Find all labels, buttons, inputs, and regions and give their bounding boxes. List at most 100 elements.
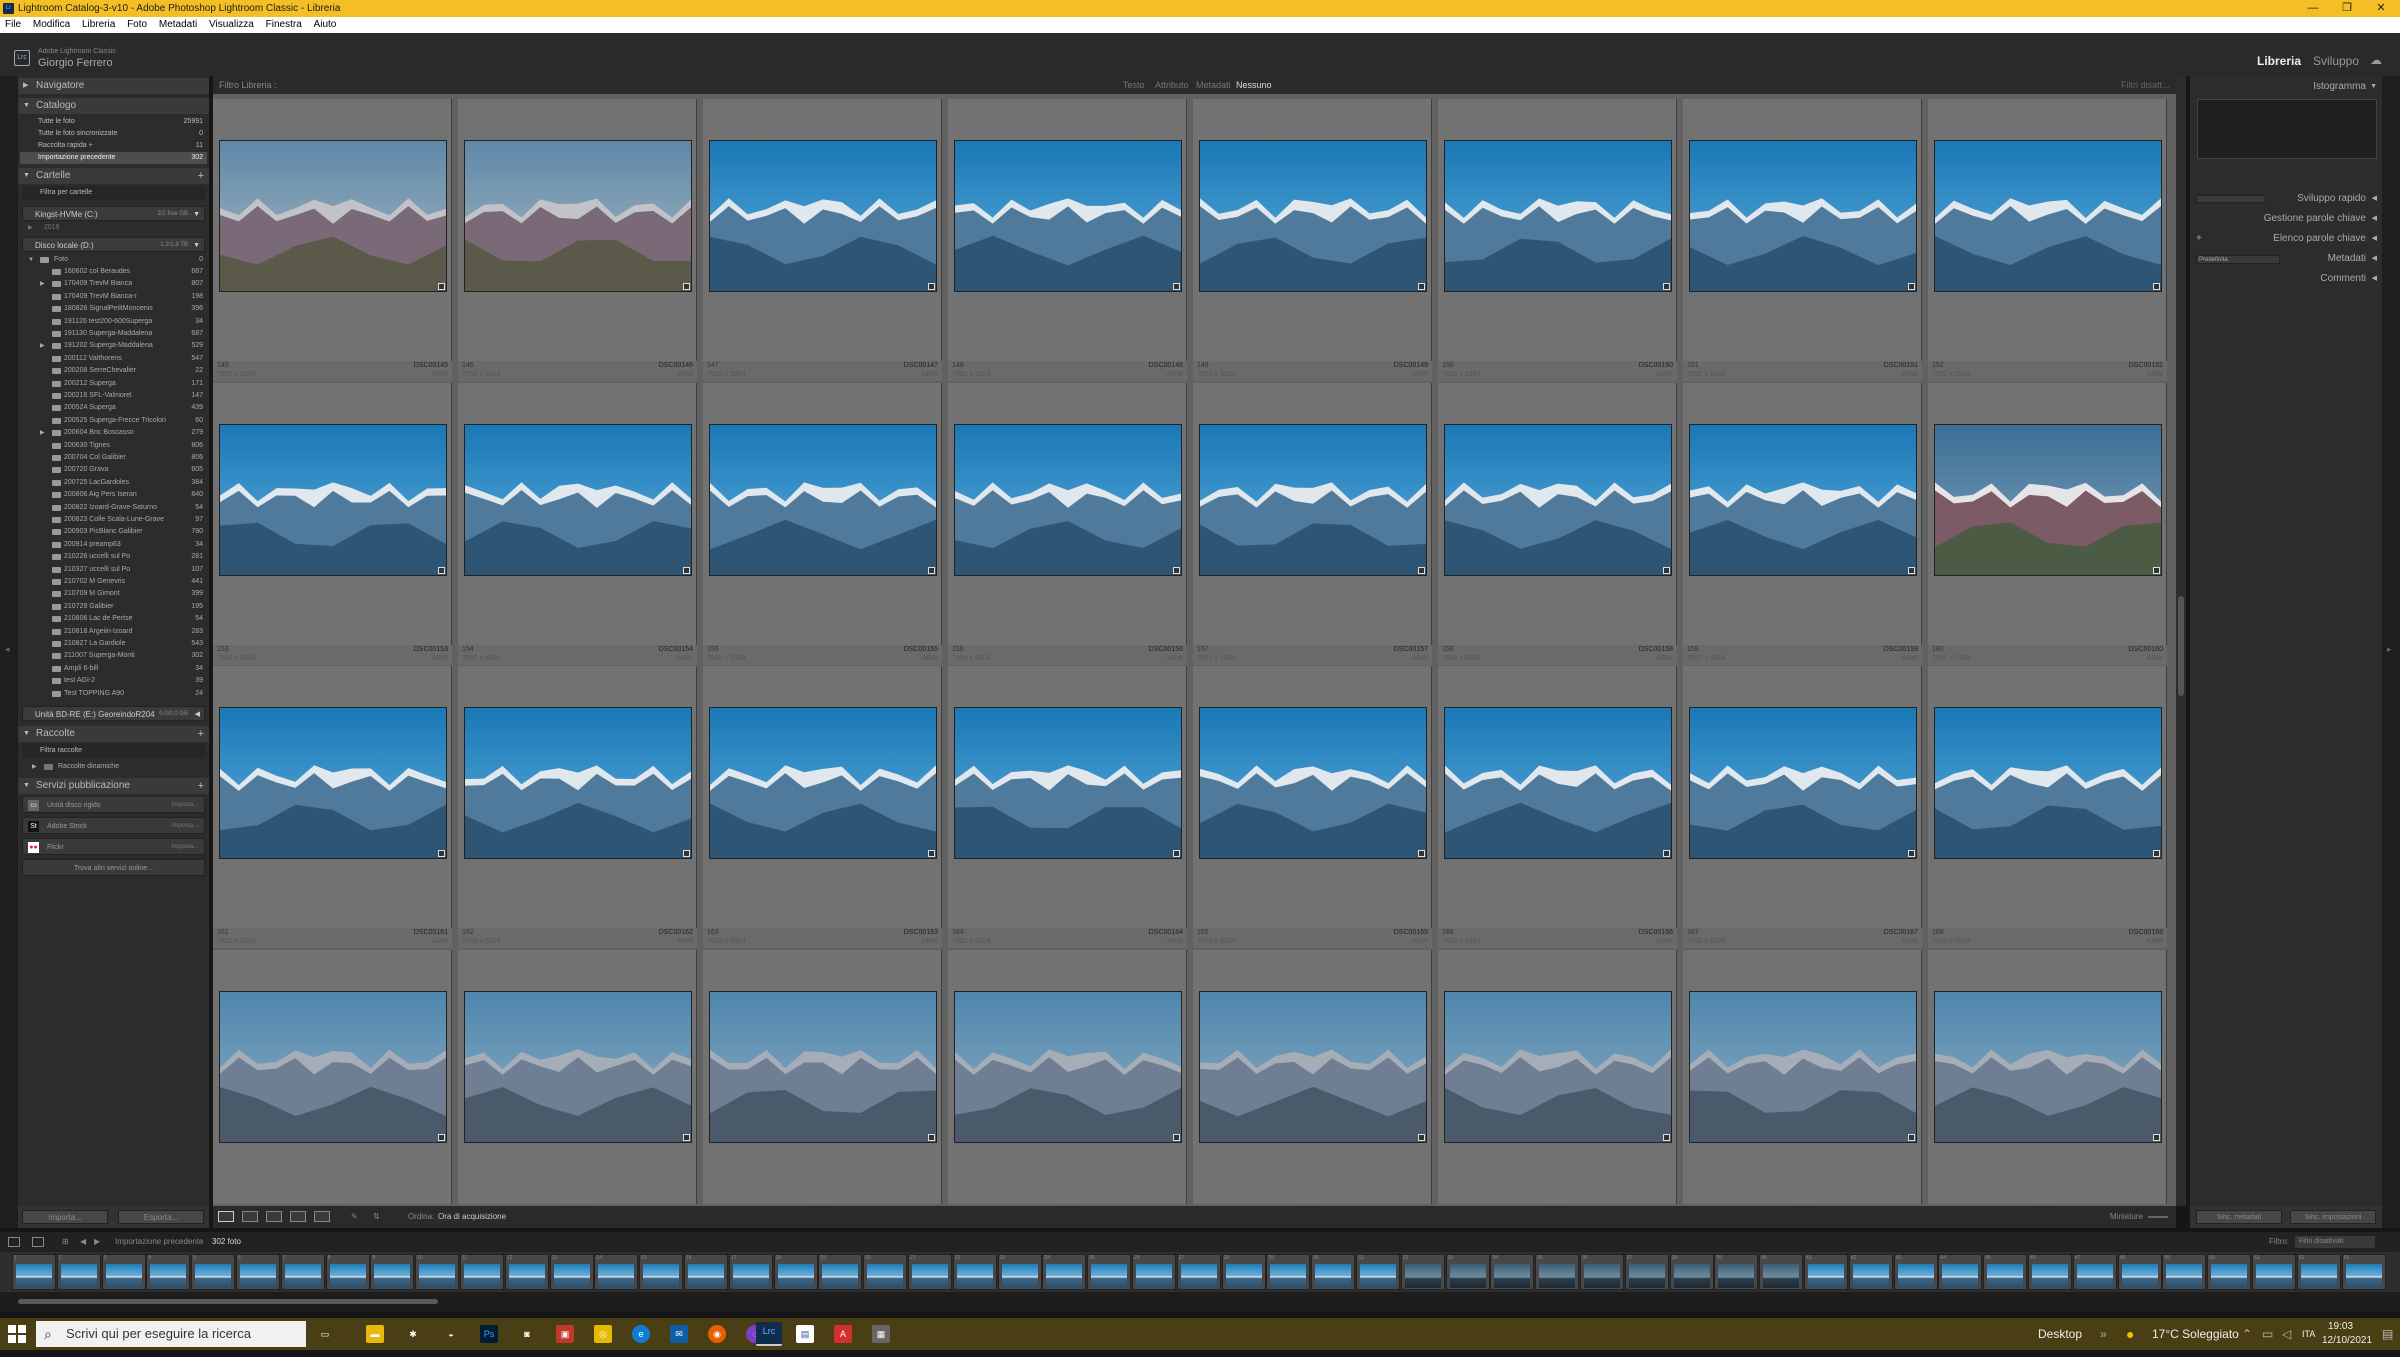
- menu-metadati[interactable]: Metadati: [154, 17, 201, 33]
- filmstrip-thumbnail[interactable]: 53: [2341, 1254, 2386, 1290]
- import-button[interactable]: Importa...: [22, 1210, 108, 1224]
- menu-modifica[interactable]: Modifica: [28, 17, 74, 33]
- collapse-arrow-icon[interactable]: ▶: [40, 340, 45, 352]
- rating-stars[interactable]: ·····: [703, 1201, 942, 1205]
- filmstrip-thumbnail[interactable]: 22: [952, 1254, 997, 1290]
- grid-cell[interactable]: ·····: [1928, 949, 2167, 1204]
- grid-cell[interactable]: ·····: [1193, 949, 1432, 1204]
- sync-settings-button[interactable]: Sinc. impostazioni: [2290, 1210, 2376, 1224]
- volume-c[interactable]: Kingst-HVMe (C:) 2/2 free GB ▼: [22, 206, 205, 221]
- folder-item[interactable]: ▶ 170409 TrevM Bianca 807: [20, 278, 207, 290]
- photo-thumbnail[interactable]: [1199, 423, 1427, 576]
- app-icon-grey[interactable]: ▦: [872, 1325, 890, 1343]
- folder-item[interactable]: 200704 Col Galibier 806: [20, 452, 207, 464]
- photo-thumbnail[interactable]: [1444, 423, 1672, 576]
- publish-adobe-stock[interactable]: St Adobe Stock Imposta...: [22, 817, 205, 834]
- folder-item[interactable]: 170409 TrevM Bianca-r 198: [20, 291, 207, 303]
- catalog-item-synced[interactable]: Tutte le foto sincronizzate 0: [20, 128, 207, 140]
- export-button[interactable]: Esporta...: [118, 1210, 204, 1224]
- folder-item[interactable]: 210827 La Gardiole 543: [20, 638, 207, 650]
- painter-icon[interactable]: ✎: [351, 1206, 358, 1228]
- grid-scrollbar[interactable]: [2176, 76, 2186, 1206]
- filmstrip-thumbnail[interactable]: 1: [12, 1254, 56, 1290]
- photo-thumbnail[interactable]: [709, 140, 937, 292]
- language-indicator[interactable]: ITA: [2302, 1318, 2315, 1350]
- grid-cell[interactable]: ····· 154 DSC00154 7952 x 5304 ARW: [458, 382, 697, 665]
- keyword-list-header[interactable]: Elenco parole chiave ◀ +: [2190, 230, 2382, 248]
- collections-filter-input[interactable]: Filtra raccolte: [22, 744, 205, 758]
- rating-stars[interactable]: ·····: [1438, 634, 1677, 641]
- thumbnail-size-slider[interactable]: [2148, 1216, 2168, 1218]
- filmstrip-thumbnail[interactable]: 45: [1983, 1254, 2028, 1290]
- comments-header[interactable]: Commenti ◀: [2190, 270, 2382, 288]
- folder-item[interactable]: 210709 M Gimont 399: [20, 588, 207, 600]
- filmstrip-thumbnail[interactable]: 43: [1893, 1254, 1938, 1290]
- sync-metadata-button[interactable]: Sinc. metadati: [2196, 1210, 2282, 1224]
- filmstrip-thumbnail[interactable]: 50: [2207, 1254, 2252, 1290]
- rating-stars[interactable]: ·····: [948, 1201, 1187, 1205]
- publish-services-header[interactable]: ▼ Servizi pubblicazione +: [18, 778, 209, 794]
- photo-thumbnail[interactable]: [709, 423, 937, 576]
- outlook-icon[interactable]: ✉: [670, 1325, 688, 1343]
- acrobat-icon[interactable]: A: [834, 1325, 852, 1343]
- histogram-header[interactable]: Istogramma ▼: [2190, 78, 2382, 96]
- folder-item[interactable]: 200725 LacGardoles 384: [20, 477, 207, 489]
- photo-thumbnail[interactable]: [1444, 990, 1672, 1143]
- filter-presets-dropdown[interactable]: Filtri disatt...: [2121, 76, 2170, 94]
- document-icon[interactable]: ▤: [796, 1325, 814, 1343]
- lightroom-taskbar-icon[interactable]: Lrc: [756, 1322, 782, 1346]
- photo-thumbnail[interactable]: [1199, 707, 1427, 859]
- secondary-window-icon[interactable]: [32, 1237, 44, 1247]
- survey-view-button[interactable]: [290, 1211, 306, 1222]
- grid-cell[interactable]: ····· 148 DSC00148 7952 x 5304 ARW: [948, 99, 1187, 381]
- grid-icon[interactable]: ⊞: [62, 1232, 69, 1252]
- photo-thumbnail[interactable]: [1689, 990, 1917, 1143]
- folder-item[interactable]: 180826 SignalPetitMoncenis 396: [20, 303, 207, 315]
- cloud-icon[interactable]: ☁: [2370, 53, 2382, 67]
- grid-cell[interactable]: ····· 161 DSC00161 7952 x 5304 ARW: [213, 666, 452, 948]
- catalog-item-previous-import[interactable]: Importazione precedente 302: [20, 152, 207, 164]
- menu-visualizza[interactable]: Visualizza: [204, 17, 258, 33]
- minimize-button[interactable]: —: [2296, 0, 2330, 17]
- back-arrow-icon[interactable]: ◀: [80, 1232, 86, 1252]
- app-icon-yellow[interactable]: ◎: [594, 1325, 612, 1343]
- rating-stars[interactable]: ·····: [1438, 1201, 1677, 1205]
- filmstrip-thumbnail[interactable]: 44: [1938, 1254, 1983, 1290]
- filmstrip-thumbnail[interactable]: 23: [997, 1254, 1042, 1290]
- windows-start-icon[interactable]: [8, 1325, 26, 1343]
- folder-item[interactable]: 200720 Grava 605: [20, 464, 207, 476]
- filmstrip-thumbnail[interactable]: 28: [1221, 1254, 1266, 1290]
- folder-item[interactable]: 200525 Superga-Frecce Tricolori 60: [20, 415, 207, 427]
- filmstrip-thumbnail[interactable]: 17: [728, 1254, 773, 1290]
- volume-icon[interactable]: ◁: [2282, 1318, 2291, 1350]
- rating-stars[interactable]: ·····: [213, 634, 452, 641]
- weather-widget[interactable]: 17°C Soleggiato: [2152, 1318, 2239, 1350]
- grid-cell[interactable]: ····· 157 DSC00157 7952 x 5304 ARW: [1193, 382, 1432, 665]
- volume-e[interactable]: Unità BD-RE (E:) GeoreindoR204 0.0/0.0 GB…: [22, 706, 205, 721]
- photo-thumbnail[interactable]: [1934, 423, 2162, 576]
- filmstrip-thumbnail[interactable]: 49: [2162, 1254, 2207, 1290]
- maximize-button[interactable]: ❐: [2330, 0, 2364, 17]
- filmstrip-thumbnail[interactable]: 37: [1624, 1254, 1669, 1290]
- filmstrip-thumbnail[interactable]: 48: [2117, 1254, 2162, 1290]
- settings-icon[interactable]: ✱: [404, 1325, 422, 1343]
- filmstrip-thumbnail[interactable]: 9: [370, 1254, 415, 1290]
- taskbar-search-box[interactable]: ⌕ Scrivi qui per eseguire la ricerca: [36, 1321, 306, 1347]
- grid-cell[interactable]: ····· 156 DSC00156 7952 x 5304 ARW: [948, 382, 1187, 665]
- photo-thumbnail[interactable]: [709, 990, 937, 1143]
- sort-dropdown[interactable]: Ora di acquisizione: [438, 1206, 506, 1228]
- navigator-header[interactable]: ▶ Navigatore: [18, 78, 209, 94]
- folder-item[interactable]: 200630 Tignes 806: [20, 440, 207, 452]
- folder-item[interactable]: 210806 Lac de Pertse 54: [20, 613, 207, 625]
- filmstrip-thumbnail[interactable]: 36: [1580, 1254, 1624, 1290]
- rating-stars[interactable]: ·····: [1683, 917, 1922, 924]
- grid-cell[interactable]: ····· 158 DSC00158 7952 x 5304 ARW: [1438, 382, 1677, 665]
- folder-item[interactable]: 200112 Valthorens 547: [20, 353, 207, 365]
- rating-stars[interactable]: ·····: [1193, 917, 1432, 924]
- filmstrip-thumbnail[interactable]: 21: [908, 1254, 952, 1290]
- desktop-toolbar[interactable]: Desktop: [2038, 1318, 2082, 1350]
- filmstrip-thumbnail[interactable]: 24: [1042, 1254, 1087, 1290]
- catalog-item-all[interactable]: Tutte le foto 25991: [20, 116, 207, 128]
- sort-direction-icon[interactable]: ⇅: [373, 1206, 380, 1228]
- grid-cell[interactable]: ····· 168 DSC00168 7952 x 5304 ARW: [1928, 666, 2167, 948]
